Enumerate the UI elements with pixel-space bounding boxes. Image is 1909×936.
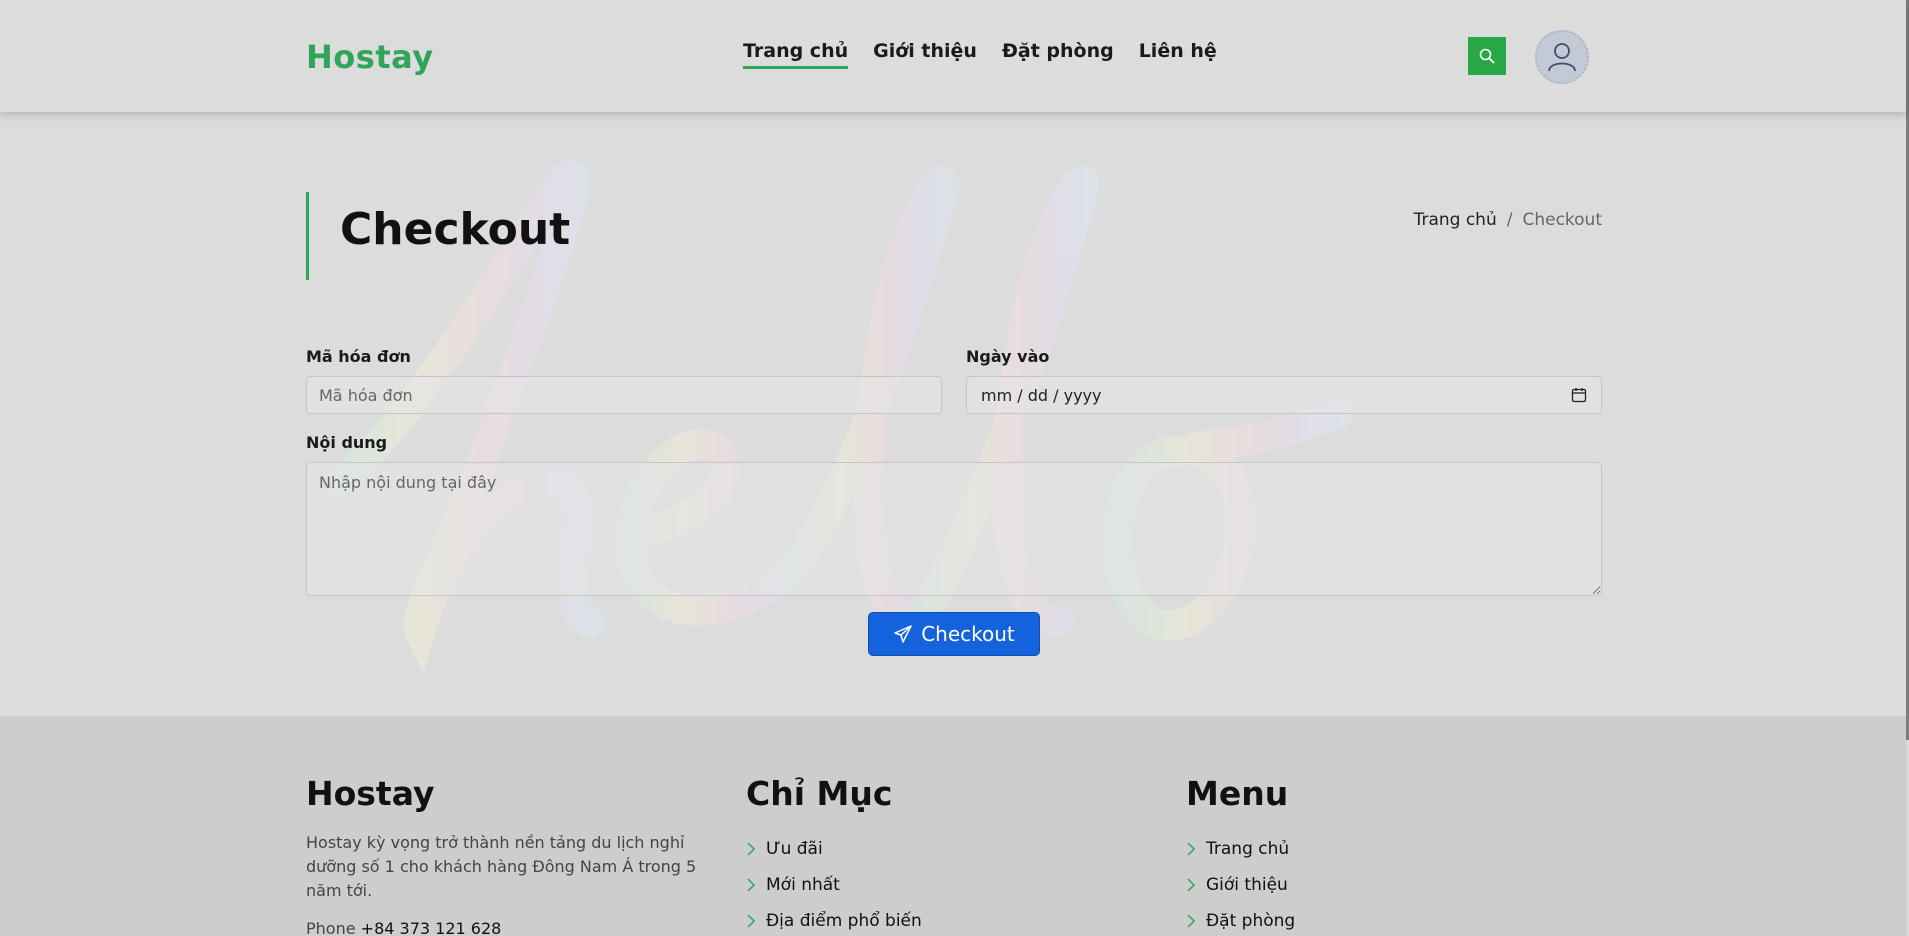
search-button[interactable] [1468,37,1506,75]
footer-phone-label: Phone [306,919,356,936]
footer-menu-item[interactable]: Đặt phòng [1186,903,1295,936]
footer-phone-value[interactable]: +84 373 121 628 [361,919,502,936]
invoice-label: Mã hóa đơn [306,347,411,366]
main-content: Checkout Trang chủ / Checkout Mã hóa đơn… [0,112,1906,716]
chevron-right-icon [1187,914,1196,928]
checkout-button[interactable]: Checkout [868,612,1040,656]
footer-index-title: Chỉ Mục [746,774,893,813]
footer-menu-label: Đặt phòng [1206,911,1296,931]
site-footer: Hostay Hostay kỳ vọng trở thành nền tảng… [0,716,1906,936]
send-icon [894,625,912,643]
date-label: Ngày vào [966,347,1050,366]
chevron-right-icon [747,878,756,892]
footer-menu-item[interactable]: Trang chủ [1186,831,1295,867]
footer-menu-item[interactable]: Giới thiệu [1186,867,1295,903]
date-value: mm / dd / yyyy [981,385,1102,405]
site-logo[interactable]: Hostay [306,38,434,76]
title-accent-bar [306,192,309,280]
content-label: Nội dung [306,433,388,452]
checkout-button-label: Checkout [921,622,1015,646]
breadcrumb: Trang chủ / Checkout [1414,210,1602,230]
footer-menu: Menu Trang chủ Giới thiệu Đặt phòng [1186,774,1295,936]
user-icon [1548,43,1576,72]
chevron-right-icon [747,914,756,928]
calendar-icon[interactable] [1571,387,1587,403]
nav-item-about[interactable]: Giới thiệu [873,40,977,69]
nav-item-contact[interactable]: Liên hệ [1139,40,1217,69]
footer-phone: Phone +84 373 121 628 [306,919,706,936]
footer-about: Hostay Hostay kỳ vọng trở thành nền tảng… [306,774,706,936]
chevron-right-icon [1187,878,1196,892]
footer-index: Chỉ Mục Ưu đãi Mới nhất Địa điểm phổ biế… [746,774,922,936]
footer-menu-title: Menu [1186,774,1289,813]
footer-menu-label: Trang chủ [1206,839,1290,859]
footer-index-label: Địa điểm phổ biến [766,911,922,931]
breadcrumb-separator: / [1506,210,1513,230]
footer-index-label: Mới nhất [766,875,840,895]
chevron-right-icon [1187,842,1196,856]
footer-menu-label: Giới thiệu [1206,875,1288,895]
chevron-right-icon [747,842,756,856]
nav-item-home[interactable]: Trang chủ [743,40,849,69]
date-input[interactable]: mm / dd / yyyy [966,376,1602,414]
user-avatar[interactable] [1535,30,1589,84]
content-textarea[interactable] [306,462,1602,596]
main-nav: Trang chủ Giới thiệu Đặt phòng Liên hệ [743,40,1217,69]
footer-about-description: Hostay kỳ vọng trở thành nền tảng du lịc… [306,833,697,900]
site-header: Hostay Trang chủ Giới thiệu Đặt phòng Li… [0,0,1906,112]
footer-index-item[interactable]: Mới nhất [746,867,922,903]
footer-index-label: Ưu đãi [766,839,823,859]
invoice-input[interactable] [306,376,942,414]
page-title: Checkout [340,204,571,255]
breadcrumb-current: Checkout [1522,210,1602,230]
breadcrumb-home[interactable]: Trang chủ [1414,210,1497,230]
nav-item-booking[interactable]: Đặt phòng [1002,40,1114,69]
footer-index-item[interactable]: Địa điểm phổ biến [746,903,922,936]
footer-index-item[interactable]: Ưu đãi [746,831,922,867]
footer-about-title: Hostay [306,774,435,813]
search-icon [1479,48,1495,64]
